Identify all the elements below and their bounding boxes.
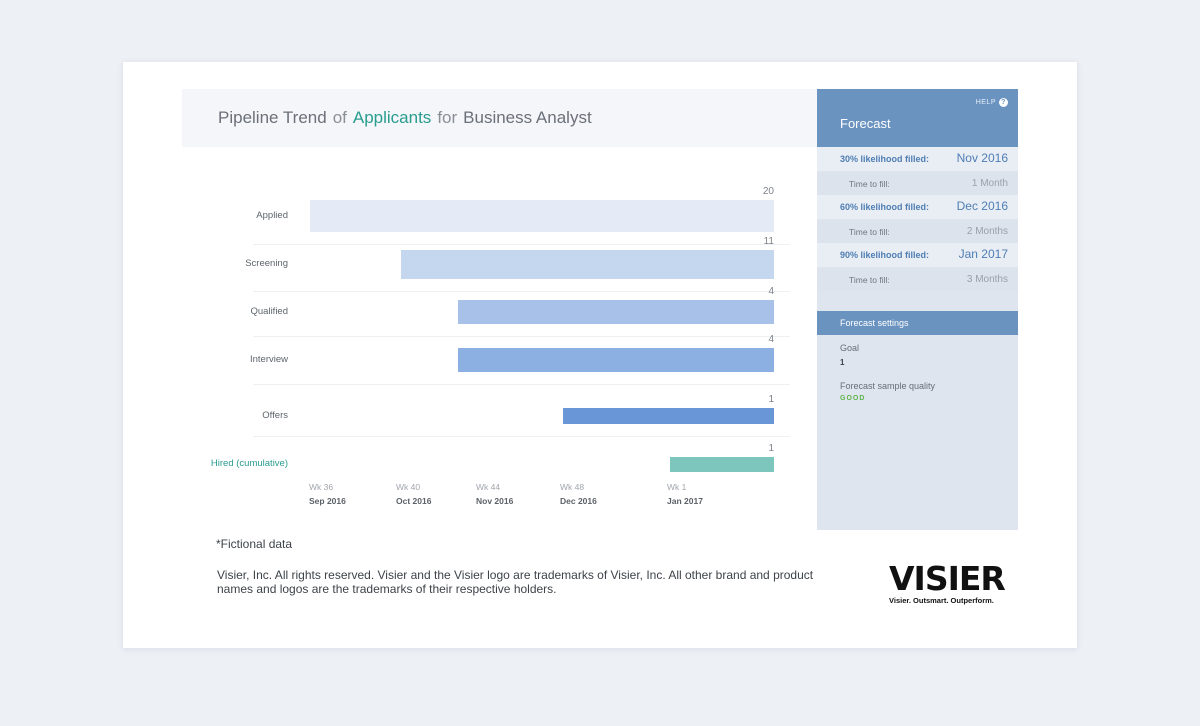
visier-logo: VISIER Visier. Outsmart. Outperform. [889,559,1019,606]
row-divider [253,290,790,292]
forecast-settings-title: Forecast settings [840,318,909,328]
help-label: HELP [975,99,996,106]
time-to-fill-value: 1 Month [971,178,1008,189]
time-to-fill-value: 2 Months [966,226,1008,237]
stage-value: 11 [763,235,774,247]
stage-bar[interactable] [310,200,774,232]
stage-label[interactable]: Hired (cumulative) [123,458,288,469]
x-tick-week: Wk 36 [309,482,334,492]
stage-bar[interactable] [458,348,774,372]
time-to-fill-row: Time to fill: 1 Month [817,172,1018,195]
pipeline-chart: Applied 20 Screening 11 Qualified 4 Interview 4… [123,147,823,527]
title-bar: Pipeline Trend of Applicants for Business An… [182,89,818,147]
x-tick-month: Jan 2017 [667,496,703,506]
logo-wordmark: VISIER [889,559,1006,598]
x-tick-month: Oct 2016 [396,496,432,506]
goal-value: 1 [840,358,845,367]
title-metric[interactable]: Pipeline Trend [218,108,327,127]
stage-label: Applied [256,210,288,221]
stage-label: Offers [262,410,288,421]
x-tick-month: Nov 2016 [476,496,514,506]
x-tick-week: Wk 1 [667,482,687,492]
stage-bar[interactable] [670,456,774,472]
title-for: for [437,108,458,127]
likelihood-row-30: 30% likelihood filled: Nov 2016 [817,147,1018,171]
title-position[interactable]: Business Analyst [463,108,592,127]
likelihood-row-90: 90% likelihood filled: Jan 2017 [817,243,1018,267]
stage-value: 1 [768,394,774,405]
forecast-title: Forecast [840,116,891,131]
stage-value: 1 [768,442,774,454]
time-to-fill-label: Time to fill: [849,227,890,237]
x-tick-month: Sep 2016 [309,496,346,506]
help-icon: ? [999,98,1008,107]
x-tick-month: Dec 2016 [560,496,597,506]
stage-bar[interactable] [458,300,774,324]
row-divider [253,336,790,337]
stage-label: Qualified [250,306,289,317]
row-divider [253,244,790,245]
sample-quality-value: GOOD [840,395,866,402]
time-to-fill-row: Time to fill: 2 Months [817,220,1018,243]
page-title: Pipeline Trend of Applicants for Business An… [218,108,592,128]
likelihood-row-60: 60% likelihood filled: Dec 2016 [817,195,1018,219]
likelihood-date: Nov 2016 [956,151,1008,165]
stage-value: 20 [762,186,774,197]
x-tick-week: Wk 44 [476,482,501,492]
likelihood-label: 30% likelihood filled: [840,154,930,164]
goal-label: Goal [840,343,860,353]
time-to-fill-label: Time to fill: [849,275,890,285]
forecast-panel: HELP ? Forecast 30% likelihood filled: N… [817,89,1018,530]
time-to-fill-row: Time to fill: 3 Months [817,268,1018,291]
stage-bar[interactable] [401,249,774,279]
row-divider [253,384,790,385]
stage-value: 4 [768,286,774,297]
time-to-fill-value: 3 Months [966,274,1008,285]
likelihood-date: Dec 2016 [956,199,1008,213]
stage-value: 4 [768,334,774,345]
stage-bar[interactable] [563,408,774,424]
stage-label: Screening [245,258,288,269]
time-to-fill-label: Time to fill: [849,179,890,189]
help-link[interactable]: HELP ? [976,98,1008,107]
footnote: *Fictional data [216,537,293,551]
likelihood-date: Jan 2017 [958,247,1008,261]
title-of: of [332,108,347,127]
likelihood-label: 90% likelihood filled: [840,250,930,260]
legal-notice: Visier, Inc. All rights reserved. Visier… [217,568,814,596]
report-card: Pipeline Trend of Applicants for Business An… [123,62,1077,648]
stage-label: Interview [249,354,288,365]
sample-quality-label: Forecast sample quality [840,381,936,391]
likelihood-label: 60% likelihood filled: [840,202,930,212]
forecast-header: HELP ? Forecast [817,89,1018,147]
row-divider [253,436,790,437]
x-tick-week: Wk 48 [560,482,585,492]
forecast-settings-header[interactable]: Forecast settings [817,311,1018,335]
title-subject[interactable]: Applicants [353,108,431,127]
x-tick-week: Wk 40 [396,482,421,492]
